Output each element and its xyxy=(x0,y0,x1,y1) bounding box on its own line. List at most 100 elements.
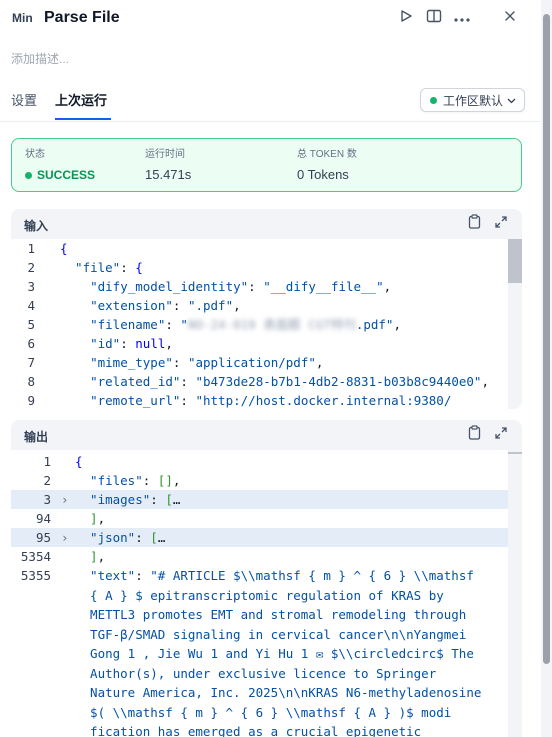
code-line: 2 "files": [], xyxy=(11,471,522,490)
code-text: "filename": "NO-24-019 表面醛 CGT特刊.pdf", xyxy=(60,315,401,334)
status-label: 状态 xyxy=(25,149,45,160)
fold-chevron-icon[interactable]: › xyxy=(61,528,71,547)
panel-scrollbar-thumb[interactable] xyxy=(543,14,550,664)
code-token: , xyxy=(165,336,173,351)
code-token: "application/pdf" xyxy=(187,355,316,370)
code-text: "json": [… xyxy=(75,528,165,547)
code-token: , xyxy=(383,279,392,294)
code-text: "dify_model_identity": "__dify__file__", xyxy=(60,277,391,296)
line-number: 3 xyxy=(27,279,35,294)
text-value-line: $( \\mathsf { m } ^ { 6 } \\mathsf { A }… xyxy=(75,704,452,720)
code-token: : xyxy=(150,492,166,507)
node-title[interactable]: Parse File xyxy=(44,6,120,30)
code-line[interactable]: 95 › "json": [… xyxy=(11,528,522,547)
line-number: 95 xyxy=(35,530,51,545)
line-number: 2 xyxy=(43,473,51,488)
json-key: "text" xyxy=(75,568,136,583)
json-key: "files" xyxy=(75,473,143,488)
line-number: 7 xyxy=(27,355,35,370)
close-button[interactable] xyxy=(500,8,520,28)
run-button[interactable] xyxy=(396,8,416,28)
code-token: { xyxy=(135,260,143,275)
panel-scrollbar[interactable] xyxy=(541,0,552,737)
copy-input-button[interactable] xyxy=(466,214,482,234)
code-text: { xyxy=(75,452,83,471)
success-dot-icon xyxy=(25,171,32,179)
code-token: , xyxy=(97,549,106,564)
code-token: , xyxy=(315,355,324,370)
tokens-value: 0 Tokens xyxy=(297,167,349,182)
node-type-icon: Min xyxy=(12,11,33,25)
toggle-panel-button[interactable] xyxy=(424,8,444,28)
line-number: 9 xyxy=(27,393,35,408)
text-value-line: TGF-β/SMAD signaling in cervical cancer\… xyxy=(75,626,467,642)
expand-icon xyxy=(495,215,507,233)
code-token: [] xyxy=(157,473,173,488)
code-token: "http://host.docker.internal:9380/ xyxy=(195,393,452,408)
play-icon xyxy=(399,9,413,28)
text-value-line: Author(s), under exclusive licence to Sp… xyxy=(75,665,437,681)
code-line: 94 ], xyxy=(11,509,522,528)
json-key: "extension" xyxy=(60,298,173,313)
code-line: 9 "remote_url": "http://host.docker.inte… xyxy=(11,391,522,409)
code-token: " xyxy=(180,317,188,332)
panel-header: Min Parse File xyxy=(0,0,540,36)
code-text: "related_id": "b473de28-b7b1-4db2-8831-b… xyxy=(60,372,489,391)
json-key: "filename" xyxy=(60,317,166,332)
output-panel-header: 输出 xyxy=(11,420,522,450)
workspace-default-dropdown[interactable]: 工作区默认 xyxy=(420,88,525,112)
tab-settings[interactable]: 设置 xyxy=(11,91,37,111)
output-scrollbar[interactable] xyxy=(508,450,522,737)
fold-chevron-icon[interactable]: › xyxy=(61,490,71,509)
redacted-text: NO-24-019 表面醛 CGT特刊 xyxy=(187,317,356,332)
more-options-button[interactable] xyxy=(452,8,472,28)
code-token: : xyxy=(165,317,181,332)
input-scrollbar[interactable] xyxy=(508,239,522,409)
line-number: 6 xyxy=(27,336,35,351)
code-token: [ xyxy=(165,492,173,507)
expand-input-button[interactable] xyxy=(493,216,509,232)
copy-output-button[interactable] xyxy=(466,425,482,445)
line-number: 4 xyxy=(27,298,35,313)
clipboard-icon xyxy=(468,425,481,445)
expand-output-button[interactable] xyxy=(493,427,509,443)
text-value-line: Nature America, Inc. 2025\n\nKRAS N6-met… xyxy=(75,685,482,700)
text-value-line: "text": "# ARTICLE $\\mathsf { m } ^ { 6… xyxy=(11,566,522,586)
code-text: ], xyxy=(75,509,105,528)
expand-icon xyxy=(495,426,507,444)
code-token: : xyxy=(135,530,151,545)
output-scrollbar-thumb[interactable] xyxy=(508,452,522,454)
output-code-body[interactable]: 1{2 "files": [], 3 › "images": [… 94 ], 95 › … xyxy=(11,450,522,737)
json-key: "mime_type" xyxy=(60,355,173,370)
code-text: "mime_type": "application/pdf", xyxy=(60,353,323,372)
line-number: 94 xyxy=(35,511,51,526)
description-input[interactable]: 添加描述... xyxy=(11,50,69,67)
code-token: : xyxy=(142,473,158,488)
code-token: , xyxy=(481,374,489,389)
code-token: : xyxy=(120,336,136,351)
code-token: : xyxy=(180,374,196,389)
run-status-card: 状态 SUCCESS 运行时间 15.471s 总 TOKEN 数 0 Toke… xyxy=(11,138,522,192)
code-token: : xyxy=(120,260,136,275)
code-token: , xyxy=(393,317,401,332)
code-line: 1{ xyxy=(11,452,522,471)
text-value-line: Gong 1 , Jie Wu 1 and Yi Hu 1 ✉ $\\circl… xyxy=(75,646,474,661)
code-token: , xyxy=(233,298,241,313)
line-number: 1 xyxy=(43,454,51,469)
text-value-line: METTL3 promotes EMT and stromal remodeli… xyxy=(75,607,467,622)
tab-last-run[interactable]: 上次运行 xyxy=(55,91,107,111)
code-token: [ xyxy=(150,530,158,545)
code-line: 3 "dify_model_identity": "__dify__file__… xyxy=(11,277,522,296)
json-key: "json" xyxy=(75,530,136,545)
code-line[interactable]: 3 › "images": [… xyxy=(11,490,522,509)
input-code-body[interactable]: 1{2 "file": {3 "dify_model_identity": "_… xyxy=(11,239,522,409)
status-value-text: SUCCESS xyxy=(37,168,96,182)
code-token: ] xyxy=(75,511,98,526)
code-token: , xyxy=(97,511,106,526)
clipboard-icon xyxy=(468,214,481,234)
active-tab-indicator xyxy=(55,118,111,120)
code-token: ".pdf" xyxy=(187,298,234,313)
input-scrollbar-thumb[interactable] xyxy=(508,239,522,283)
code-text: "files": [], xyxy=(75,471,180,490)
code-token: .pdf" xyxy=(355,317,394,332)
